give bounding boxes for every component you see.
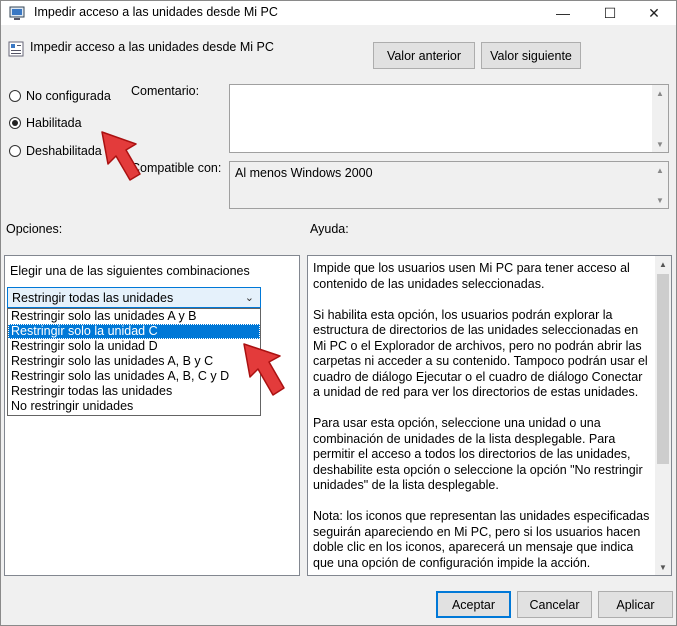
radio-label-not-configured: No configurada xyxy=(26,89,111,103)
radio-disabled[interactable]: Deshabilitada xyxy=(9,144,102,158)
dropdown-option[interactable]: Restringir solo las unidades A, B, C y D xyxy=(8,369,260,384)
help-panel: Impide que los usuarios usen Mi PC para … xyxy=(307,255,672,576)
previous-setting-button[interactable]: Valor anterior xyxy=(373,42,475,69)
ok-button[interactable]: Aceptar xyxy=(436,591,511,618)
annotation-arrow-icon xyxy=(94,128,144,186)
help-paragraph: Impide que los usuarios usen Mi PC para … xyxy=(313,261,630,291)
supported-on-field: Al menos Windows 2000 ▲ ▼ xyxy=(229,161,669,209)
supported-on-value: Al menos Windows 2000 xyxy=(235,166,373,180)
radio-circle-not-configured xyxy=(9,90,21,102)
scroll-thumb[interactable] xyxy=(657,274,669,464)
help-scrollbar[interactable]: ▲ ▼ xyxy=(655,256,671,575)
radio-not-configured[interactable]: No configurada xyxy=(9,89,111,103)
drive-dropdown-list: Restringir solo las unidades A y B Restr… xyxy=(7,308,261,416)
supported-scrollbar[interactable]: ▲ ▼ xyxy=(652,162,668,208)
radio-circle-enabled xyxy=(9,117,21,129)
dropdown-option-selected[interactable]: Restringir solo la unidad C xyxy=(8,324,260,339)
comment-textarea[interactable]: ▲ ▼ xyxy=(229,84,669,153)
drive-combobox[interactable]: Restringir todas las unidades ⌄ xyxy=(7,287,261,308)
dropdown-option[interactable]: No restringir unidades xyxy=(8,399,260,414)
radio-label-enabled: Habilitada xyxy=(26,116,82,130)
minimize-icon: — xyxy=(556,5,570,21)
scroll-down-icon[interactable]: ▼ xyxy=(652,136,668,152)
dropdown-option[interactable]: Restringir todas las unidades xyxy=(8,384,260,399)
radio-enabled[interactable]: Habilitada xyxy=(9,116,82,130)
options-label: Opciones: xyxy=(6,222,63,236)
help-paragraph: Nota: los iconos que representan las uni… xyxy=(313,509,650,570)
combo-value: Restringir todas las unidades xyxy=(12,290,174,305)
minimize-button[interactable]: — xyxy=(540,1,586,25)
combo-label: Elegir una de las siguientes combinacion… xyxy=(10,264,250,278)
help-text: Impide que los usuarios usen Mi PC para … xyxy=(313,261,651,575)
maximize-button[interactable]: ☐ xyxy=(587,1,633,25)
help-paragraph: Si habilita esta opción, los usuarios po… xyxy=(313,307,648,400)
scroll-up-icon[interactable]: ▲ xyxy=(652,162,668,178)
help-paragraph: Para usar esta opción, seleccione una un… xyxy=(313,416,643,492)
scroll-up-icon[interactable]: ▲ xyxy=(652,85,668,101)
policy-setting-icon xyxy=(8,41,24,57)
cancel-button[interactable]: Cancelar xyxy=(517,591,592,618)
policy-name: Impedir acceso a las unidades desde Mi P… xyxy=(30,40,274,54)
dropdown-option[interactable]: Restringir solo las unidades A, B y C xyxy=(8,354,260,369)
maximize-icon: ☐ xyxy=(603,4,617,21)
radio-label-disabled: Deshabilitada xyxy=(26,144,102,158)
radio-circle-disabled xyxy=(9,145,21,157)
next-setting-button[interactable]: Valor siguiente xyxy=(481,42,581,69)
window-title: Impedir acceso a las unidades desde Mi P… xyxy=(34,5,278,19)
chevron-down-icon: ⌄ xyxy=(244,292,254,304)
help-label: Ayuda: xyxy=(310,222,349,236)
scroll-up-icon[interactable]: ▲ xyxy=(655,256,671,272)
comment-scrollbar[interactable]: ▲ ▼ xyxy=(652,85,668,152)
apply-button[interactable]: Aplicar xyxy=(598,591,673,618)
close-icon: ✕ xyxy=(648,4,660,21)
scroll-down-icon[interactable]: ▼ xyxy=(655,559,671,575)
dropdown-option[interactable]: Restringir solo las unidades A y B xyxy=(8,309,260,324)
comment-label: Comentario: xyxy=(131,84,200,98)
close-button[interactable]: ✕ xyxy=(631,1,677,25)
dropdown-option[interactable]: Restringir solo la unidad D xyxy=(8,339,260,354)
policy-app-icon xyxy=(9,5,25,21)
scroll-down-icon[interactable]: ▼ xyxy=(652,192,668,208)
supported-on-label: Compatible con: xyxy=(131,161,222,175)
annotation-arrow-icon xyxy=(236,340,288,400)
